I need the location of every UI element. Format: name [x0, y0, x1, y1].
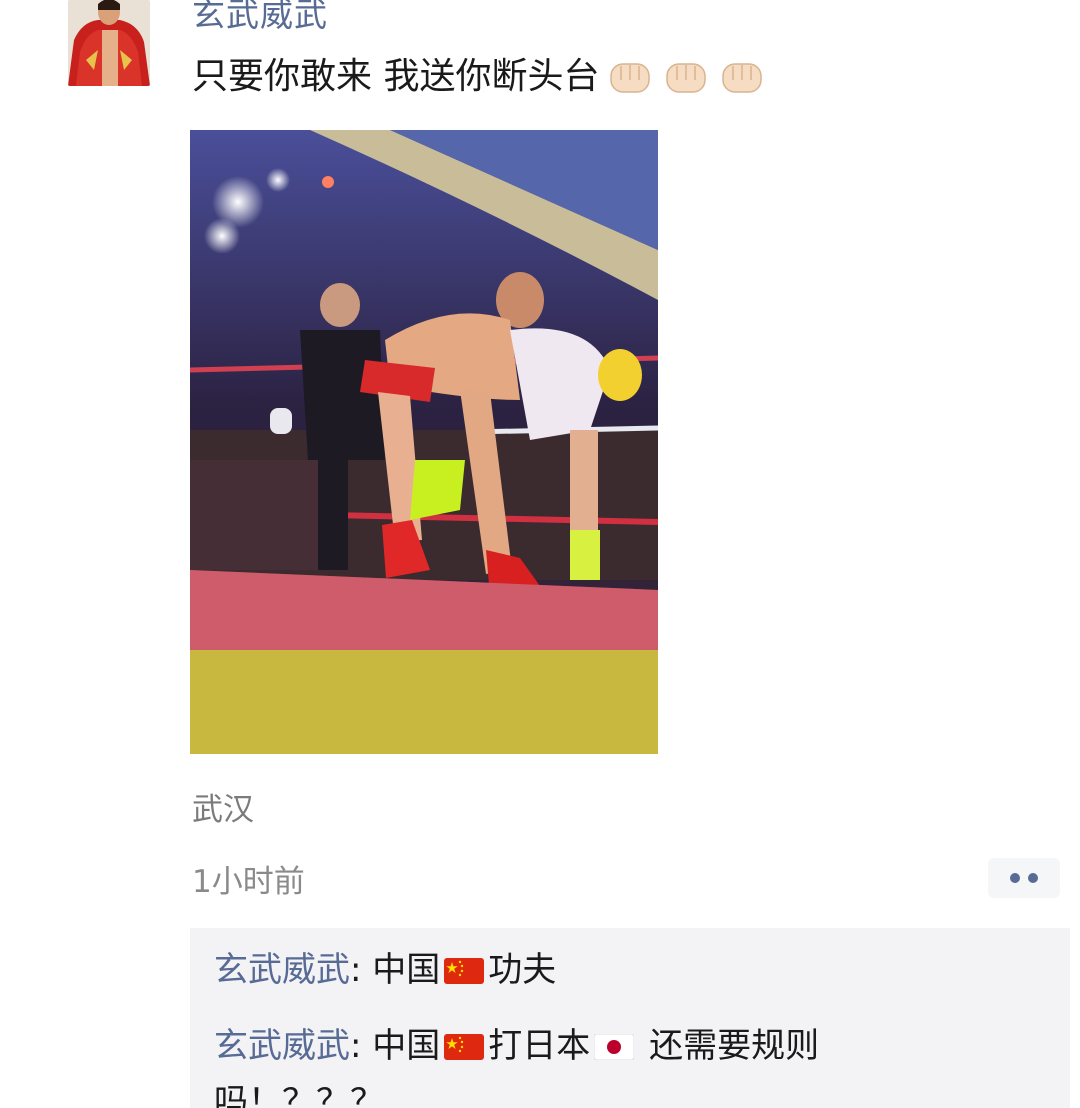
post-author-name[interactable]: 玄武威武: [192, 0, 328, 34]
more-dot-icon: [1010, 873, 1020, 883]
comment-author[interactable]: 玄武威武: [214, 950, 350, 990]
comment-item[interactable]: 玄武威武: 中国 打日本 还需要规则吗！？？？: [214, 1018, 914, 1108]
post-location[interactable]: 武汉: [192, 784, 254, 829]
china-flag-icon: [444, 1034, 485, 1060]
fist-icon: [722, 63, 763, 93]
post-text: 只要你敢来 我送你断头台: [192, 52, 765, 102]
fist-icon: [666, 63, 707, 93]
post-time: 1小时前: [192, 864, 305, 900]
post-text-content: 只要你敢来 我送你断头台: [192, 56, 600, 97]
comment-text: 吗！？？？: [214, 1082, 384, 1108]
comment-text: 中国: [372, 950, 441, 990]
comment-text: 功夫: [488, 950, 557, 990]
comment-text: 打日本: [488, 1026, 591, 1066]
fist-icon: [610, 63, 651, 93]
avatar-image: [68, 0, 150, 86]
more-actions-button[interactable]: [988, 858, 1060, 898]
japan-flag-icon: [594, 1034, 635, 1060]
more-dot-icon: [1028, 873, 1038, 883]
boxing-ring-photo: [190, 130, 658, 754]
comment-separator: :: [350, 950, 373, 990]
comment-item[interactable]: 玄武威武: 中国 功夫: [214, 942, 914, 998]
avatar[interactable]: [68, 0, 150, 86]
post-photo[interactable]: [190, 130, 658, 754]
comment-author[interactable]: 玄武威武: [214, 1026, 350, 1066]
comments-panel: 玄武威武: 中国 功夫 玄武威武: 中国 打日本 还需要规则 吗！？？？: [190, 928, 1070, 1108]
china-flag-icon: [444, 958, 485, 984]
comment-text: 还需要规则: [638, 1026, 820, 1066]
comment-separator: :: [350, 1026, 373, 1066]
comment-text: 中国: [372, 1026, 441, 1066]
